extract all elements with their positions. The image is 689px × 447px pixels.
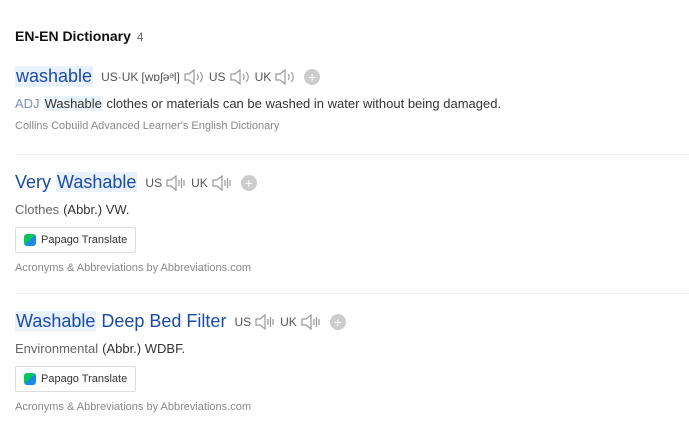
add-wordbook-icon[interactable]: + (240, 174, 257, 191)
section-title: EN-EN Dictionary 4 (15, 28, 144, 44)
speaker-icon-us[interactable] (165, 174, 187, 192)
section-title-text: EN-EN Dictionary (15, 28, 131, 44)
headword[interactable]: Very Washable (15, 172, 138, 193)
add-wordbook-icon[interactable]: + (304, 68, 321, 85)
papago-logo-icon (24, 234, 36, 246)
entry-very-washable: Very Washable US UK + Clothes (Abbr.) VW.… (15, 172, 689, 274)
speaker-icon[interactable] (183, 68, 205, 86)
source-label: Acronyms & Abbreviations by Abbreviation… (15, 262, 252, 274)
speaker-icon-uk[interactable] (300, 313, 322, 331)
pronunciation: US UK + (145, 174, 257, 192)
dictionary-panel: EN-EN Dictionary 4 washable US·UK [wɒʃəᵊ… (0, 0, 689, 447)
add-wordbook-icon[interactable]: + (329, 313, 346, 330)
definition: Clothes (Abbr.) VW. (15, 202, 130, 217)
speaker-icon-uk[interactable] (274, 68, 296, 86)
pronunciation: US UK + (234, 313, 346, 331)
entry-washable-deep-bed-filter: Washable Deep Bed Filter US UK + Environ… (15, 311, 689, 413)
entry-washable: washable US·UK [wɒʃəᵊl] US UK + ADJ Wash… (15, 66, 689, 132)
speaker-icon-uk[interactable] (211, 174, 233, 192)
headword[interactable]: Washable Deep Bed Filter (15, 311, 226, 332)
papago-translate-button[interactable]: Papago Translate (15, 227, 137, 253)
speaker-icon-us[interactable] (229, 68, 251, 86)
divider (15, 293, 689, 294)
speaker-icon-us[interactable] (254, 313, 276, 331)
source-label: Acronyms & Abbreviations by Abbreviation… (15, 401, 252, 413)
papago-translate-button[interactable]: Papago Translate (15, 366, 137, 392)
papago-logo-icon (24, 373, 36, 385)
divider (15, 154, 689, 155)
pronunciation: US·UK [wɒʃəᵊl] US UK + (101, 68, 321, 86)
headword[interactable]: washable (15, 66, 94, 87)
definition: ADJ Washable clothes or materials can be … (15, 96, 502, 111)
definition: Environmental (Abbr.) WDBF. (15, 341, 186, 356)
entry-count: 4 (136, 30, 144, 44)
source-label: Collins Cobuild Advanced Learner's Engli… (15, 120, 280, 132)
